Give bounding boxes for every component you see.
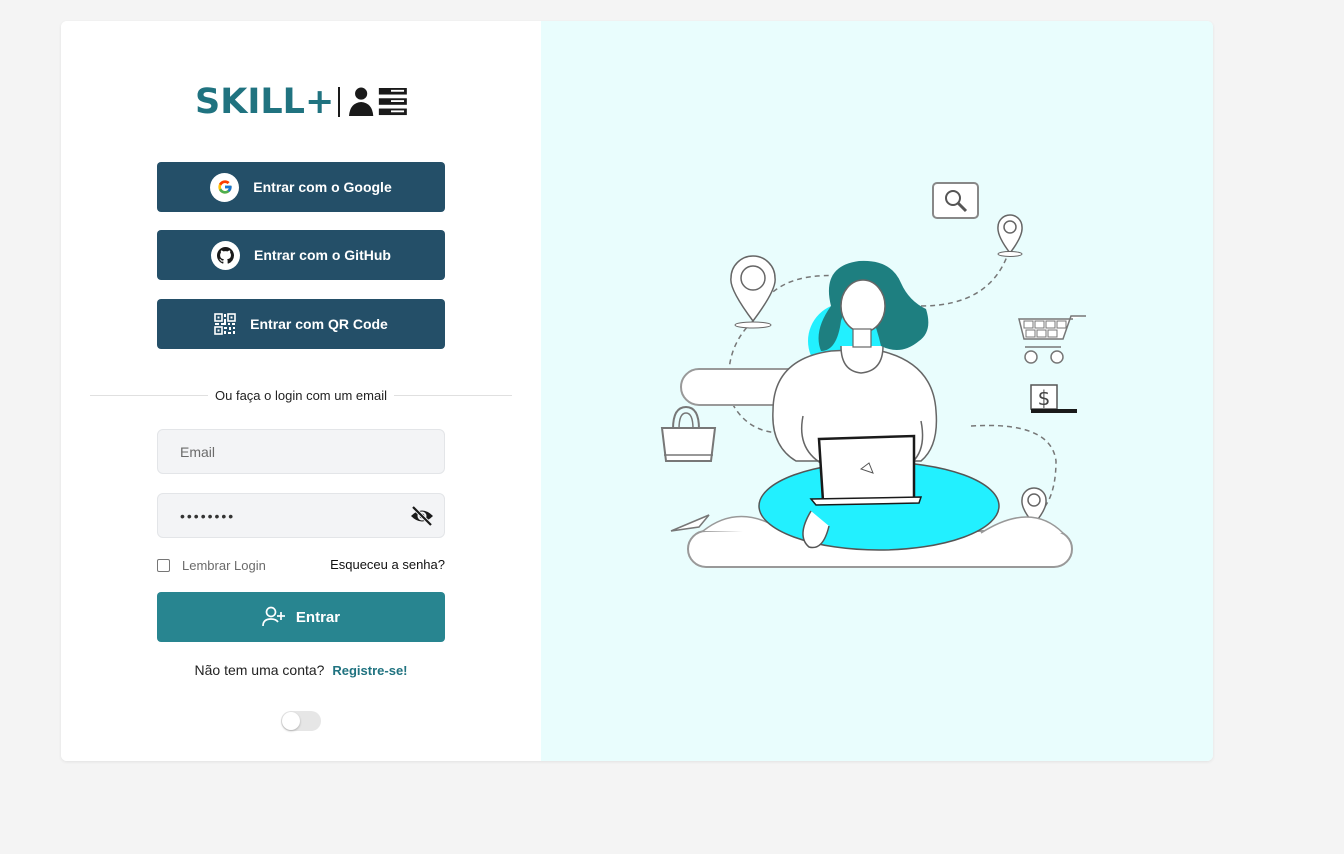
remember-checkbox[interactable] — [157, 558, 170, 572]
forgot-password-link[interactable]: Esqueceu a senha? — [330, 557, 445, 572]
email-divider: Ou faça o login com um email — [90, 387, 512, 403]
signup-prompt: Não tem uma conta? Registre-se! — [61, 662, 541, 678]
login-card: SKILL+ Entrar com o Google Entrar com o … — [61, 21, 1213, 761]
login-submit-label: Entrar — [295, 608, 341, 626]
divider-line-left — [90, 394, 209, 396]
svg-text:$: $ — [1038, 386, 1051, 410]
github-login-button[interactable]: Entrar com o GitHub — [157, 230, 445, 280]
divider-line-right — [393, 394, 512, 396]
github-login-label: Entrar com o GitHub — [254, 247, 391, 263]
user-plus-icon — [262, 606, 286, 628]
illustration-panel: $ — [541, 21, 1213, 761]
remember-label: Lembrar Login — [182, 557, 266, 573]
eye-off-icon[interactable] — [410, 505, 434, 527]
user-list-icon — [349, 87, 407, 116]
qr-login-label: Entrar com QR Code — [250, 316, 388, 332]
password-field-wrapper — [157, 493, 445, 538]
google-login-label: Entrar com o Google — [253, 179, 392, 195]
signup-link[interactable]: Registre-se! — [332, 663, 407, 678]
divider-text: Ou faça o login com um email — [215, 387, 387, 403]
github-icon — [211, 240, 241, 270]
login-submit-button[interactable]: Entrar — [157, 592, 445, 642]
google-login-button[interactable]: Entrar com o Google — [157, 162, 445, 212]
theme-toggle[interactable] — [281, 711, 321, 731]
toggle-knob — [282, 712, 300, 730]
qr-login-button[interactable]: Entrar com QR Code — [157, 299, 445, 349]
login-panel: SKILL+ Entrar com o Google Entrar com o … — [61, 21, 541, 761]
brand-logo: SKILL+ — [195, 83, 407, 121]
signup-prompt-text: Não tem uma conta? — [194, 662, 325, 678]
email-input[interactable] — [158, 430, 444, 473]
email-field-wrapper — [157, 429, 445, 474]
google-icon — [210, 172, 240, 202]
logo-divider — [338, 87, 341, 117]
logo-text: SKILL+ — [195, 82, 335, 122]
password-input[interactable] — [158, 494, 444, 537]
qr-code-icon — [214, 313, 236, 335]
remember-login: Lembrar Login — [157, 557, 266, 573]
online-shopping-illustration: $ — [660, 182, 1086, 568]
